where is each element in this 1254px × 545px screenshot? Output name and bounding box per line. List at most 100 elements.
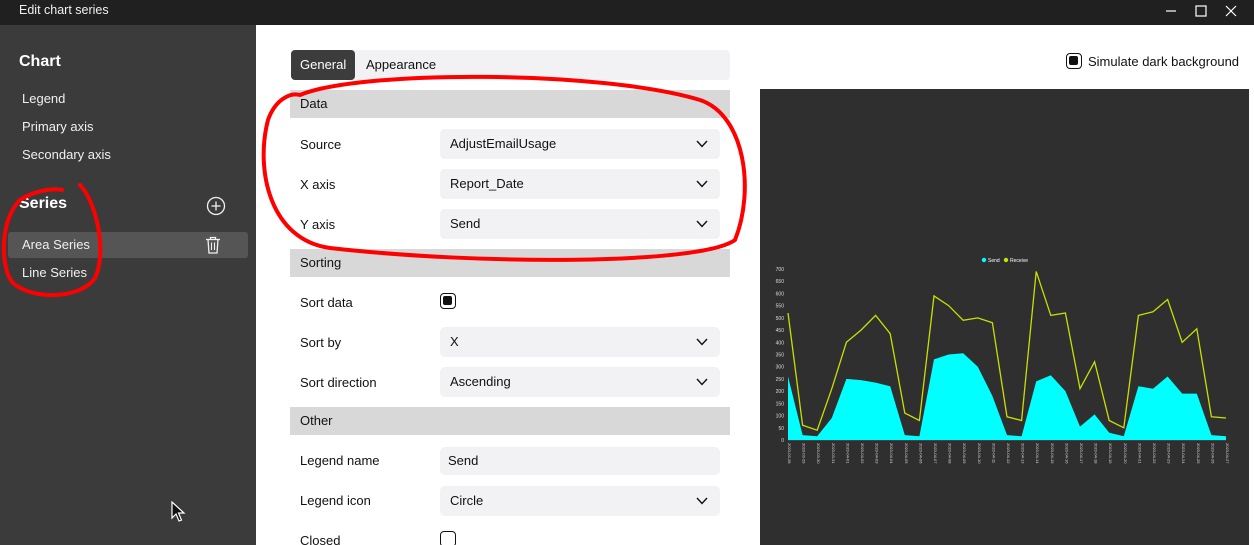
chevron-down-icon	[696, 497, 708, 505]
chevron-down-icon	[696, 338, 708, 346]
chart-heading: Chart	[19, 53, 61, 70]
x-axis-label: X axis	[300, 177, 336, 192]
title-bar: Edit chart series	[0, 0, 1254, 25]
sort-data-checkbox[interactable]	[440, 293, 456, 309]
tab-general[interactable]: General	[291, 50, 356, 80]
data-section-header: Data	[290, 90, 730, 118]
y-tick-label: 600	[776, 291, 785, 297]
chart-svg: 0 50 100 150 200 250 300 350 400 450 500 550 600 650 7…	[776, 257, 1230, 464]
x-tick-label: 2023-04-14	[1035, 443, 1040, 464]
y-tick-label: 250	[776, 377, 785, 383]
x-tick-label: 2023-04-09	[962, 443, 967, 464]
y-tick-label: 550	[776, 304, 785, 310]
x-tick-label: 2023-04-17	[1079, 443, 1084, 464]
legend-receive-label: Receive	[1010, 258, 1028, 264]
trash-icon	[206, 236, 220, 254]
y-tick-label: 50	[778, 426, 784, 432]
sidebar-item-line-series[interactable]: Line Series	[8, 260, 248, 286]
sidebar-item-legend[interactable]: Legend	[8, 86, 248, 112]
sorting-section-header: Sorting	[290, 249, 730, 277]
x-tick-label: 2023-04-23	[1167, 443, 1172, 464]
send-area	[788, 353, 1226, 440]
close-icon	[1225, 5, 1237, 17]
x-tick-label: 2023-04-12	[1006, 443, 1011, 464]
legend-name-input[interactable]: Send	[440, 447, 720, 475]
simulate-dark-checkbox[interactable]	[1066, 53, 1082, 69]
tab-bar: General Appearance	[291, 50, 730, 80]
x-tick-label: 2023-03-28	[787, 443, 792, 464]
y-axis-dropdown[interactable]: Send	[440, 209, 720, 239]
x-tick-label: 2023-04-16	[1064, 443, 1069, 464]
x-tick-label: 2023-04-24	[1181, 443, 1186, 464]
delete-series-button[interactable]	[203, 235, 223, 255]
y-tick-label: 350	[776, 353, 785, 359]
tab-appearance[interactable]: Appearance	[366, 50, 436, 80]
legend-icon-value: Circle	[450, 493, 484, 508]
y-axis-value: Send	[450, 216, 481, 231]
chevron-down-icon	[696, 220, 708, 228]
legend-name-label: Legend name	[300, 453, 380, 468]
x-tick-label: 2023-04-01	[845, 443, 850, 464]
sort-by-dropdown[interactable]: X	[440, 327, 720, 357]
y-axis-label: Y axis	[300, 217, 336, 232]
y-tick-label: 450	[776, 328, 785, 334]
legend-name-value: Send	[448, 453, 479, 468]
legend-receive-marker	[1003, 257, 1009, 263]
window-title: Edit chart series	[19, 3, 109, 17]
sort-direction-dropdown[interactable]: Ascending	[440, 367, 720, 397]
closed-label: Closed	[300, 533, 341, 545]
chart-preview: 0 50 100 150 200 250 300 350 400 450 500 550 600 650 7…	[760, 89, 1249, 545]
sidebar: Chart Legend Primary axis Secondary axis…	[0, 25, 256, 545]
y-tick-label: 700	[776, 267, 785, 273]
x-tick-label: 2023-04-05	[904, 443, 909, 464]
y-tick-label: 200	[776, 389, 785, 395]
source-label: Source	[300, 137, 342, 152]
x-tick-label: 2023-04-27	[1225, 443, 1230, 464]
legend-send-label: Send	[988, 258, 1000, 264]
x-tick-label: 2023-04-22	[1152, 443, 1157, 464]
y-tick-label: 500	[776, 316, 785, 322]
y-tick-label: 400	[776, 340, 785, 346]
x-tick-label: 2023-03-30	[816, 443, 821, 464]
close-button[interactable]	[1216, 0, 1246, 22]
x-axis-value: Report_Date	[450, 176, 524, 191]
y-tick-label: 650	[776, 279, 785, 285]
closed-checkbox[interactable]	[440, 531, 456, 545]
x-tick-label: 2023-04-04	[889, 443, 894, 464]
mouse-cursor-icon	[171, 501, 186, 522]
x-axis-dropdown[interactable]: Report_Date	[440, 169, 720, 199]
legend-icon-label: Legend icon	[300, 493, 371, 508]
chevron-down-icon	[696, 378, 708, 386]
y-tick-label: 100	[776, 414, 785, 420]
maximize-button[interactable]	[1186, 0, 1216, 22]
other-section-header: Other	[290, 407, 730, 435]
legend-icon-dropdown[interactable]: Circle	[440, 486, 720, 516]
x-tick-label: 2023-04-19	[1108, 443, 1113, 464]
sort-direction-label: Sort direction	[300, 375, 377, 390]
x-tick-label: 2023-04-08	[948, 443, 953, 464]
add-series-button[interactable]	[205, 195, 227, 217]
minimize-button[interactable]	[1156, 0, 1186, 22]
x-tick-label: 2023-04-13	[1021, 443, 1026, 464]
x-tick-label: 2023-04-03	[875, 443, 880, 464]
source-value: AdjustEmailUsage	[450, 136, 557, 151]
y-tick-label: 300	[776, 365, 785, 371]
x-tick-label: 2023-04-26	[1210, 443, 1215, 464]
chevron-down-icon	[696, 180, 708, 188]
maximize-icon	[1195, 5, 1207, 17]
sidebar-item-secondary-axis[interactable]: Secondary axis	[8, 142, 248, 168]
sort-data-label: Sort data	[300, 295, 353, 310]
x-tick-label: 2023-04-15	[1050, 443, 1055, 464]
sidebar-item-primary-axis[interactable]: Primary axis	[8, 114, 248, 140]
x-tick-label: 2023-04-21	[1137, 443, 1142, 464]
sort-by-value: X	[450, 334, 459, 349]
sort-direction-value: Ascending	[450, 374, 511, 389]
y-tick-label: 150	[776, 401, 785, 407]
x-tick-label: 2023-04-06	[918, 443, 923, 464]
simulate-dark-toggle[interactable]: Simulate dark background	[1066, 52, 1239, 70]
source-dropdown[interactable]: AdjustEmailUsage	[440, 129, 720, 159]
x-tick-label: 2023-04-10	[977, 443, 982, 464]
chevron-down-icon	[696, 140, 708, 148]
sort-by-label: Sort by	[300, 335, 342, 350]
edit-chart-series-window: Edit chart series Chart Legend Primary a…	[0, 0, 1254, 545]
